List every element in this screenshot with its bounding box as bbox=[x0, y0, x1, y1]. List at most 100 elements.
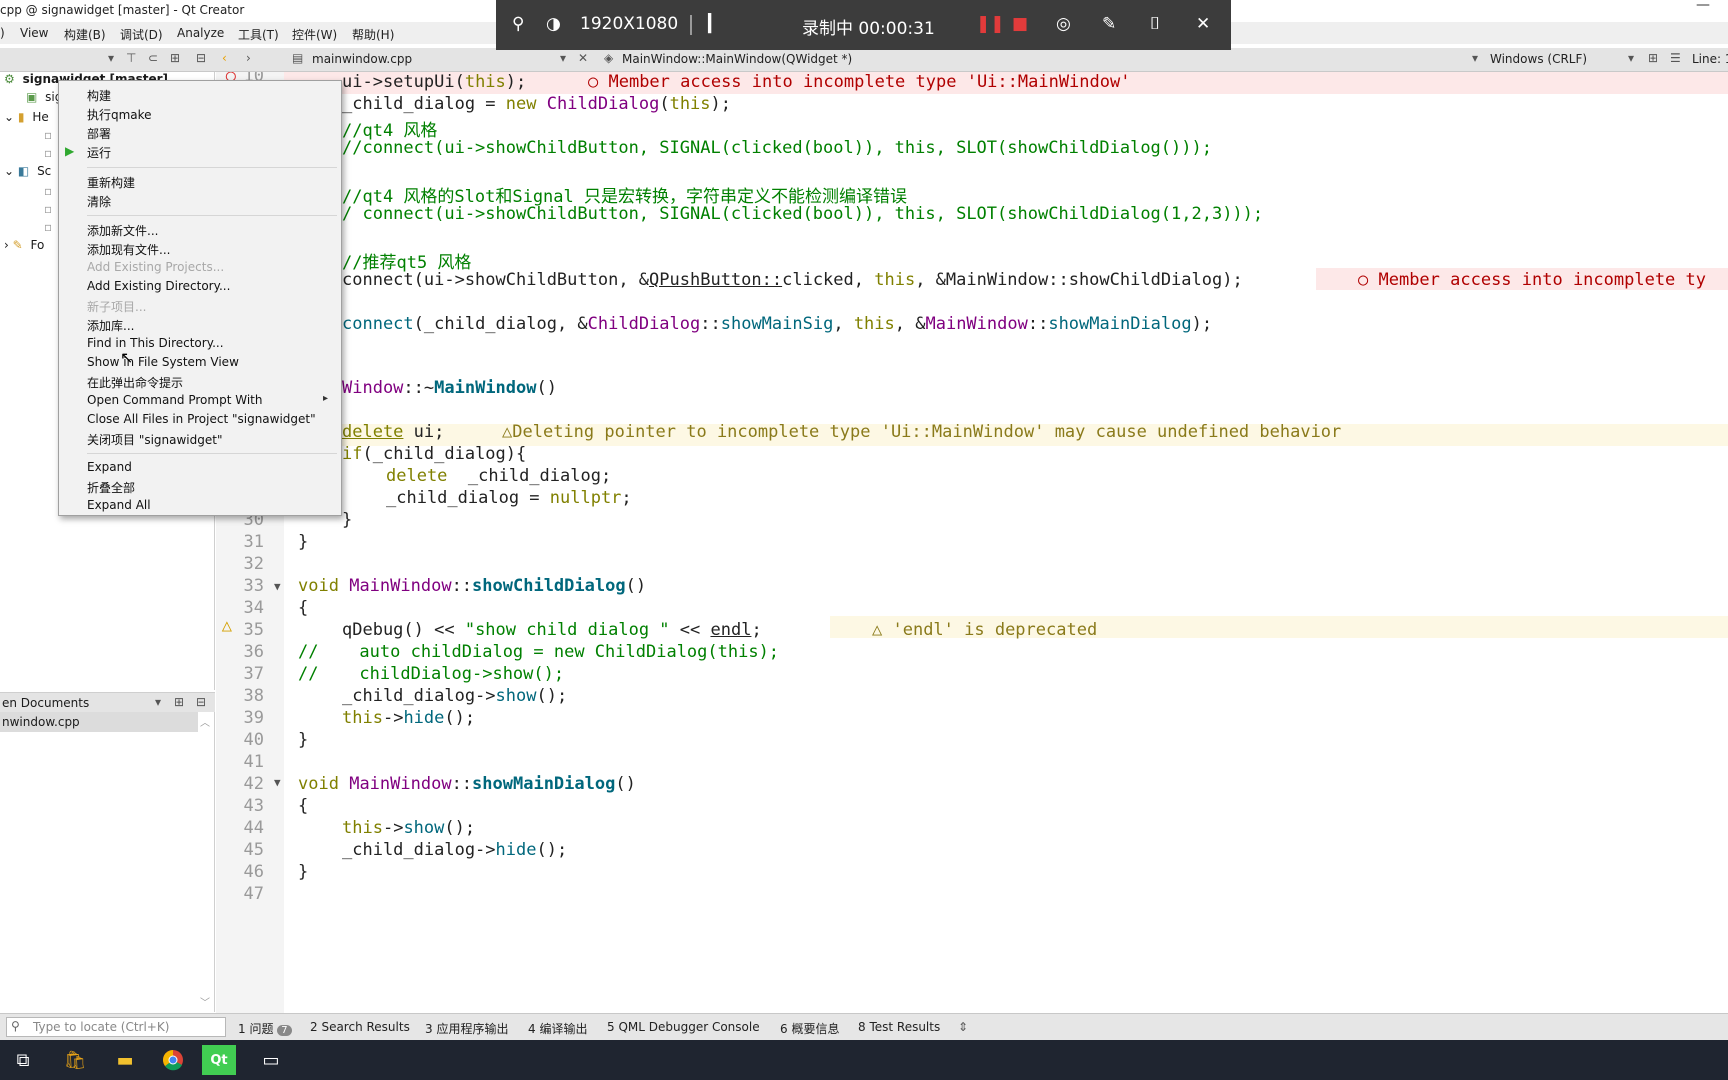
stop-icon[interactable]: ■ bbox=[1012, 14, 1028, 34]
close-pane-icon[interactable]: ⊟ bbox=[196, 695, 206, 709]
menu-item-find-in-directory[interactable]: Find in This Directory... bbox=[87, 336, 224, 350]
menu-item-expand[interactable]: Expand bbox=[87, 460, 132, 474]
menu-tools[interactable]: 工具(T) bbox=[238, 26, 279, 43]
line-number: 39 bbox=[243, 708, 264, 728]
menu-item-add-library[interactable]: 添加库... bbox=[87, 317, 134, 334]
menu-build[interactable]: 构建(B) bbox=[64, 26, 106, 43]
line-info[interactable]: Line: 1 bbox=[1692, 52, 1728, 66]
code-line: this->show(); bbox=[342, 818, 476, 838]
menu-item-open-command-prompt-with[interactable]: Open Command Prompt With bbox=[87, 393, 262, 407]
tab-general-messages[interactable]: 6 概要信息 bbox=[780, 1020, 839, 1037]
outline-icon[interactable]: ☰ bbox=[1670, 51, 1681, 65]
close-file-icon[interactable]: ✕ bbox=[578, 51, 588, 65]
split-icon[interactable]: ⊞ bbox=[1648, 51, 1658, 65]
header-file-icon[interactable]: ▫ bbox=[44, 146, 52, 166]
back-arrow-icon[interactable]: ‹ bbox=[222, 51, 227, 65]
code-line: connect(_child_dialog, &ChildDialog::sho… bbox=[342, 314, 1213, 334]
open-documents-list: nwindow.cpp ︿ ﹀ bbox=[0, 712, 215, 1012]
menu-item-close-all-files[interactable]: Close All Files in Project "signawidget" bbox=[87, 412, 316, 426]
camera-icon[interactable]: ⌷ bbox=[1150, 14, 1160, 34]
cpp-file-icon[interactable]: ▫ bbox=[44, 220, 52, 240]
menu-item-close-project[interactable]: 关闭项目 "signawidget" bbox=[87, 431, 223, 448]
menu-item-show-in-file-system[interactable]: Show in File System View bbox=[87, 355, 239, 369]
header-file-icon[interactable]: ▫ bbox=[44, 128, 52, 148]
video-recorder-icon[interactable]: ▭ bbox=[252, 1044, 290, 1076]
tab-issues[interactable]: 1 问题 7 bbox=[238, 1020, 292, 1037]
split-icon[interactable]: ⊞ bbox=[170, 51, 180, 65]
menu-item-open-command-prompt-here[interactable]: 在此弹出命令提示 bbox=[87, 374, 183, 391]
store-icon[interactable]: 🛍 bbox=[56, 1044, 94, 1076]
cpp-file-icon[interactable]: ▫ bbox=[44, 184, 52, 204]
tab-application-output[interactable]: 3 应用程序输出 bbox=[425, 1020, 508, 1037]
line-number: 47 bbox=[243, 884, 264, 904]
dropdown-arrow-icon[interactable]: ▾ bbox=[1628, 51, 1634, 65]
fold-arrow-icon[interactable]: ▼ bbox=[274, 776, 281, 789]
chrome-icon[interactable] bbox=[154, 1044, 192, 1076]
menu-item-run[interactable]: 运行 bbox=[87, 144, 111, 161]
cpp-file-icon[interactable]: ▫ bbox=[44, 202, 52, 222]
close-icon[interactable]: ✕ bbox=[1196, 14, 1210, 34]
tab-search-results[interactable]: 2 Search Results bbox=[310, 1020, 410, 1034]
menu-controls[interactable]: 控件(W) bbox=[292, 26, 337, 43]
menu-leading[interactable]: ) bbox=[0, 26, 5, 40]
fold-arrow-icon[interactable]: ▼ bbox=[274, 580, 281, 593]
symbol-selector[interactable]: MainWindow::MainWindow(QWidget *) bbox=[622, 52, 852, 66]
dropdown-arrow-icon[interactable]: ▾ bbox=[155, 695, 161, 709]
file-tab[interactable]: mainwindow.cpp bbox=[312, 52, 412, 66]
recorder-status: 录制中 00:00:31 bbox=[802, 19, 935, 39]
tab-test-results[interactable]: 8 Test Results bbox=[858, 1020, 940, 1034]
pause-icon[interactable]: ❚❚ bbox=[976, 14, 1005, 34]
tree-item[interactable]: ▣ sig bbox=[26, 90, 62, 110]
warning-icon: △ bbox=[872, 620, 893, 640]
qt-creator-icon[interactable]: Qt bbox=[202, 1045, 236, 1075]
menu-item-add-existing-files[interactable]: 添加现有文件... bbox=[87, 241, 170, 258]
tree-item-label: Sc bbox=[37, 164, 52, 178]
dropdown-arrow-icon[interactable]: ▾ bbox=[1472, 51, 1478, 65]
scroll-up-icon[interactable]: ︿ bbox=[200, 714, 210, 729]
more-tabs-icon[interactable]: ⇕ bbox=[958, 1020, 968, 1034]
forward-arrow-icon[interactable]: › bbox=[246, 51, 251, 65]
tab-qml-debugger[interactable]: 5 QML Debugger Console bbox=[607, 1020, 760, 1034]
menu-item-add-new-file[interactable]: 添加新文件... bbox=[87, 222, 158, 239]
menu-analyze[interactable]: Analyze bbox=[177, 26, 224, 40]
pen-icon[interactable]: ✎ bbox=[1102, 14, 1116, 34]
menu-item-run-qmake[interactable]: 执行qmake bbox=[87, 106, 152, 123]
line-ending-selector[interactable]: Windows (CRLF) bbox=[1490, 52, 1587, 66]
cursor-icon[interactable]: ▎ bbox=[708, 14, 721, 34]
menu-item-add-existing-directory[interactable]: Add Existing Directory... bbox=[87, 279, 230, 293]
link-icon[interactable]: ⊂ bbox=[148, 51, 158, 65]
tree-item-forms[interactable]: › ✎ Fo bbox=[4, 238, 44, 258]
code-editor[interactable]: ○ 10 △ 28 29 30 31 32 33 34 35 36 37 38 … bbox=[216, 72, 1728, 1013]
menu-item-build[interactable]: 构建 bbox=[87, 87, 111, 104]
menu-debug[interactable]: 调试(D) bbox=[120, 26, 163, 43]
menu-view[interactable]: View bbox=[20, 26, 48, 40]
mouse-cursor-icon: ↖ bbox=[120, 348, 134, 367]
menu-item-deploy[interactable]: 部署 bbox=[87, 125, 111, 142]
filter-icon[interactable]: ⊤ bbox=[126, 51, 136, 65]
file-explorer-icon[interactable]: ▬ bbox=[106, 1044, 144, 1076]
task-view-icon[interactable]: ⧉ bbox=[4, 1044, 42, 1076]
search-icon[interactable]: ◎ bbox=[1056, 14, 1071, 34]
split-icon[interactable]: ⊞ bbox=[174, 695, 184, 709]
tree-item-sources[interactable]: ⌄ ◧ Sc bbox=[4, 164, 51, 184]
menu-item-collapse-all[interactable]: 折叠全部 bbox=[87, 479, 135, 496]
pin-icon[interactable]: ⚲ bbox=[512, 14, 524, 34]
dropdown-arrow-icon[interactable]: ▾ bbox=[560, 51, 566, 65]
dropdown-arrow-icon[interactable]: ▾ bbox=[108, 51, 114, 65]
line-number: 45 bbox=[243, 840, 264, 860]
open-document-item[interactable]: nwindow.cpp bbox=[2, 715, 80, 729]
minimize-button[interactable]: — bbox=[1696, 0, 1710, 13]
locator-input[interactable]: ⚲ Type to locate (Ctrl+K) bbox=[6, 1017, 226, 1037]
menu-item-clean[interactable]: 清除 bbox=[87, 193, 111, 210]
contrast-icon[interactable]: ◑ bbox=[546, 14, 561, 34]
locator-placeholder: Type to locate (Ctrl+K) bbox=[33, 1020, 170, 1034]
line-number: 36 bbox=[243, 642, 264, 662]
forms-folder-icon: ✎ bbox=[12, 238, 23, 252]
menu-item-expand-all[interactable]: Expand All bbox=[87, 498, 151, 512]
tree-item-headers[interactable]: ⌄ ▮ He bbox=[4, 110, 49, 130]
menu-help[interactable]: 帮助(H) bbox=[352, 26, 394, 43]
close-pane-icon[interactable]: ⊟ bbox=[196, 51, 206, 65]
menu-item-rebuild[interactable]: 重新构建 bbox=[87, 174, 135, 191]
scroll-down-icon[interactable]: ﹀ bbox=[200, 994, 210, 1009]
tab-compile-output[interactable]: 4 编译输出 bbox=[528, 1020, 587, 1037]
